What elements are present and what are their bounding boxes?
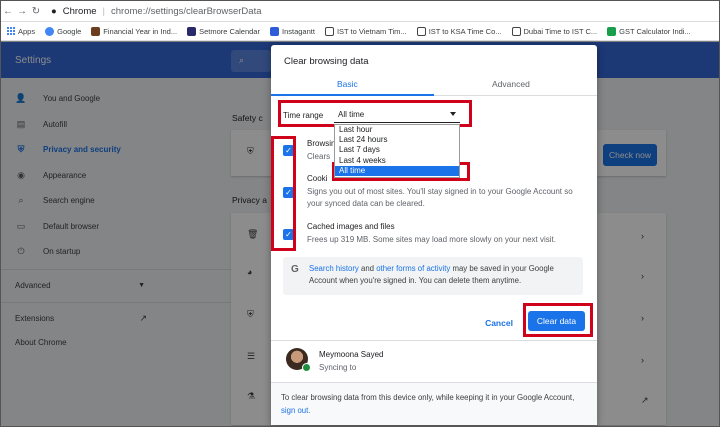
k-favicon-icon xyxy=(416,26,426,36)
bookmark-apps[interactable]: Apps xyxy=(7,27,35,36)
option-title: Cached images and files xyxy=(307,222,395,231)
k-favicon-icon xyxy=(324,26,334,36)
info-text: and xyxy=(358,264,377,273)
shield-check-icon: ⛨ xyxy=(247,146,254,156)
bookmark-label: IST to KSA Time Co... xyxy=(428,26,502,36)
dialog-tabs: Basic Advanced xyxy=(271,73,597,96)
sign-out-link[interactable]: sign out. xyxy=(281,406,310,415)
bookmarks-bar: Apps Google Financial Year in Ind... Set… xyxy=(1,22,719,41)
highlight-time-range xyxy=(278,100,472,127)
bookmark-label: Instagantt xyxy=(281,26,315,36)
chrome-logo-icon: ● xyxy=(51,5,57,17)
omnibox[interactable]: ● Chrome | chrome://settings/clearBrowse… xyxy=(51,6,262,17)
time-range-option[interactable]: Last 7 days xyxy=(335,145,459,155)
trash-icon: 🗑 xyxy=(247,229,259,239)
option-description: Signs you out of most sites. You'll stay… xyxy=(307,186,573,209)
time-range-option[interactable]: Last 24 hours xyxy=(335,135,459,145)
time-range-option[interactable]: Last hour xyxy=(335,125,459,135)
omnibox-separator: | xyxy=(102,5,106,17)
k-favicon-icon xyxy=(511,26,521,36)
cached-images-option: Cached images and files Frees up 319 MB. … xyxy=(307,221,592,246)
cancel-button[interactable]: Cancel xyxy=(475,313,523,333)
forward-icon[interactable]: → xyxy=(15,6,29,17)
option-description: Frees up 319 MB. Some sites may load mor… xyxy=(307,234,556,244)
highlight-clear-data xyxy=(523,303,593,337)
reload-icon[interactable]: ↻ xyxy=(29,6,43,17)
other-activity-link[interactable]: other forms of activity xyxy=(376,264,450,273)
dialog-title: Clear browsing data xyxy=(284,56,369,67)
chevron-right-icon[interactable]: › xyxy=(641,271,644,281)
search-history-link[interactable]: Search history xyxy=(309,264,359,273)
time-range-option[interactable]: Last 4 weeks xyxy=(335,156,459,166)
bookmark-ist-ksa[interactable]: IST to KSA Time Co... xyxy=(416,26,502,36)
instagantt-icon xyxy=(269,26,279,36)
bookmark-ist-vietnam[interactable]: IST to Vietnam Tim... xyxy=(324,26,407,36)
bookmark-label: Financial Year in Ind... xyxy=(103,26,178,36)
time-range-option-selected[interactable]: All time xyxy=(335,165,459,176)
apps-grid-icon xyxy=(7,27,15,35)
dialog-divider xyxy=(271,340,597,341)
chevron-right-icon[interactable]: › xyxy=(641,313,644,323)
sync-badge-icon xyxy=(302,363,311,372)
user-name: Meymoona Sayed xyxy=(319,350,384,359)
bookmark-label: Dubai Time to IST C... xyxy=(523,26,598,36)
open-external-icon[interactable]: ↗ xyxy=(641,395,649,406)
site-settings-icon: ☰ xyxy=(247,351,256,361)
cookie-icon: ◕ xyxy=(247,267,253,277)
address-bar: ← → ↻ ● Chrome | chrome://settings/clear… xyxy=(1,1,719,22)
bookmark-gst[interactable]: GST Calculator Indi... xyxy=(607,26,691,36)
sync-status: Syncing to xyxy=(319,363,357,372)
google-activity-info: G Search history and other forms of acti… xyxy=(283,257,583,295)
google-g-icon: G xyxy=(291,264,299,275)
chevron-right-icon[interactable]: › xyxy=(641,355,644,365)
google-icon xyxy=(45,26,55,36)
highlight-checkboxes xyxy=(271,136,296,251)
site-favicon-icon xyxy=(91,26,101,36)
footer-text: To clear browsing data from this device … xyxy=(281,393,575,402)
time-range-dropdown: Last hour Last 24 hours Last 7 days Last… xyxy=(334,124,460,178)
bookmark-label: Apps xyxy=(18,26,36,36)
chevron-right-icon[interactable]: › xyxy=(641,231,644,241)
bookmark-label: Google xyxy=(57,26,82,36)
browser-window: ← → ↻ ● Chrome | chrome://settings/clear… xyxy=(0,0,720,427)
tab-advanced[interactable]: Advanced xyxy=(492,79,530,89)
omnibox-app-name: Chrome xyxy=(62,5,97,17)
back-icon[interactable]: ← xyxy=(1,6,15,17)
bookmark-label: IST to Vietnam Tim... xyxy=(336,26,407,36)
gst-icon xyxy=(607,26,617,36)
dialog-footer: To clear browsing data from this device … xyxy=(271,382,597,425)
bookmark-google[interactable]: Google xyxy=(45,26,82,36)
bookmark-setmore[interactable]: Setmore Calendar xyxy=(187,26,260,36)
setmore-icon xyxy=(187,26,197,36)
security-icon: ⛨ xyxy=(247,309,254,319)
bookmark-dubai-ist[interactable]: Dubai Time to IST C... xyxy=(511,26,598,36)
active-tab-indicator xyxy=(271,94,434,96)
bookmark-label: GST Calculator Indi... xyxy=(619,26,691,36)
bookmark-label: Setmore Calendar xyxy=(199,26,260,36)
bookmark-financial-year[interactable]: Financial Year in Ind... xyxy=(91,26,178,36)
bookmark-instagantt[interactable]: Instagantt xyxy=(269,26,315,36)
omnibox-url[interactable]: chrome://settings/clearBrowserData xyxy=(111,6,261,17)
lab-icon: ⚗ xyxy=(247,391,256,401)
tab-basic[interactable]: Basic xyxy=(337,79,358,89)
